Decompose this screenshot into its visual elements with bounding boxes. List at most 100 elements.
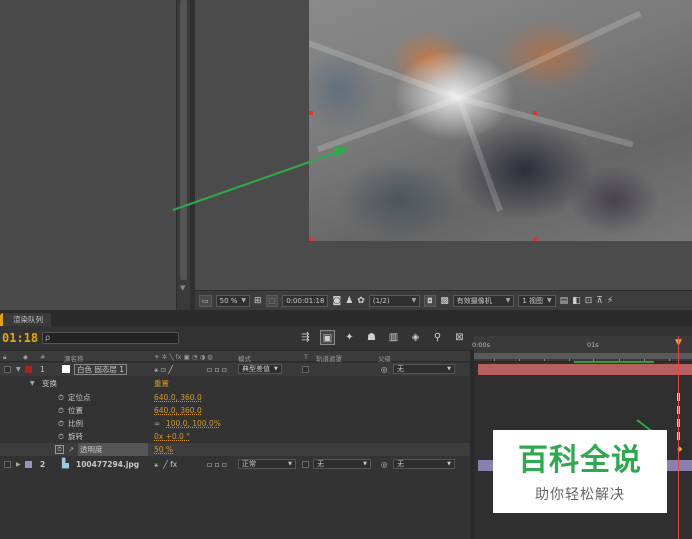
layer-name[interactable]: 白色 固态层 1 [74,364,128,375]
constrain-proportions-icon[interactable]: ∞ [154,417,160,430]
switches-column-icons: ☀ ✲ ╲ fx ▣ ◔ ◑ ◍ [154,353,213,361]
draft-3d-icon[interactable]: ✦ [342,330,357,345]
layer-flags[interactable]: ▫ ▫ ▫ [207,458,227,471]
layer-search-input[interactable]: ρ [42,332,179,344]
layer-flags[interactable]: ▫ ▫ ▫ [207,363,227,376]
property-value[interactable]: 640.0, 360.0 [154,391,202,404]
views-dropdown[interactable]: 1 视图 ▼ [518,294,556,307]
composition-viewer[interactable] [195,0,692,290]
fast-previews-icon[interactable]: ⚡ [607,296,613,306]
color-channel-icon[interactable]: ✿ [357,296,365,306]
timeline-icon[interactable]: ⊡ [585,296,593,306]
layer-handle[interactable] [309,237,313,241]
layer-1-duration-bar[interactable] [478,364,692,375]
expand-triangle-icon[interactable]: ▼ [30,377,35,390]
always-preview-icon[interactable]: ▭ [199,294,212,307]
visibility-toggle[interactable] [4,461,11,468]
visibility-toggle[interactable] [4,366,11,373]
chevron-down-icon: ▼ [411,296,417,304]
chevron-down-icon: ▼ [505,296,511,304]
stopwatch-active-icon[interactable]: ⏱ [55,445,64,454]
property-row[interactable]: ⏱ 旋转 0x +0.0 ° [0,430,470,443]
transparency-grid-icon[interactable]: ▩ [440,296,449,306]
preserve-transparency-toggle[interactable] [302,461,309,468]
column-number: # [40,353,46,361]
layer-name[interactable]: 100477294.jpg [76,458,139,471]
render-cache-bar [574,361,654,363]
layer-row[interactable]: ▼ 1 白色 固态层 1 ⚹ ▫ ╱ ▫ ▫ ▫ 典型差值 ▼ ◎ 无 ▼ [0,363,470,376]
toggle-pixel-aspect-icon[interactable]: ▤ [560,296,569,306]
scroll-down-arrow-icon[interactable]: ▼ [180,284,185,292]
blend-mode-dropdown[interactable]: 正常 ▼ [238,459,296,469]
flowchart-icon[interactable]: ⊼ [596,296,603,306]
pickwhip-icon[interactable]: ◎ [381,458,388,471]
blend-mode-dropdown[interactable]: 典型差值 ▼ [238,364,282,374]
timeline-timecode[interactable]: 01:18 [2,331,38,345]
label-color-swatch[interactable] [25,366,32,373]
time-ruler[interactable]: 0:00s 01s ▼ [472,336,692,363]
column-trkmat[interactable]: 轨道遮罩 [316,353,342,363]
show-snapshot-icon[interactable]: ♟ [345,296,353,306]
property-row-selected[interactable]: ⏱ ↗ 透明度 50 % [0,443,470,456]
stopwatch-icon[interactable]: ⏱ [58,430,64,443]
snapshot-camera-icon[interactable]: ◙ [332,296,341,306]
property-value[interactable]: 0x +0.0 ° [154,430,190,443]
property-value[interactable]: 100.0, 100.0% [166,417,221,430]
fast-preview-icon[interactable]: ◘ [424,294,437,307]
transform-reset-link[interactable]: 重置 [154,377,169,390]
tab-render-queue[interactable]: 渲染队列 [0,313,51,326]
parent-dropdown[interactable]: 无 ▼ [393,459,455,469]
resolution-dropdown[interactable]: (1/2) ▼ [368,294,421,307]
preserve-transparency-toggle[interactable] [302,366,309,373]
scrollbar-thumb[interactable] [180,0,187,280]
graph-editor-icon[interactable]: ⚲ [430,330,445,345]
frame-blending-icon[interactable]: ▥ [386,330,401,345]
property-value[interactable]: 50 % [154,443,173,456]
hide-shy-layers-icon[interactable]: ☗ [364,330,379,345]
chevron-down-icon: ▼ [547,296,552,304]
brainstorm-icon[interactable]: ⊠ [452,330,467,345]
column-source-name[interactable]: 源名称 [64,353,84,363]
chevron-down-icon: ▼ [274,366,278,372]
property-row[interactable]: ⏱ 比例 ∞ 100.0, 100.0% [0,417,470,430]
graph-icon[interactable]: ↗ [68,443,74,456]
playhead-line[interactable] [678,336,679,539]
parent-value: 无 [397,460,404,468]
layer-handle[interactable] [309,111,313,115]
layer-handle[interactable] [533,237,537,241]
stopwatch-icon[interactable]: ⏱ [58,404,64,417]
viewer-timecode: 0:00:01:18 [286,296,325,305]
motion-blur-icon[interactable]: ◈ [408,330,423,345]
property-row[interactable]: ⏱ 位置 640.0, 360.0 [0,404,470,417]
property-value[interactable]: 640.0, 360.0 [154,404,202,417]
layer-row[interactable]: ▶ 2 ▙ 100477294.jpg ⚹ ╱ fx ▫ ▫ ▫ 正常 ▼ 无 ▼ … [0,458,470,471]
expand-triangle-icon[interactable]: ▶ [16,458,21,471]
transform-group-row[interactable]: ▼ 变换 重置 [0,377,470,390]
safe-zones-icon[interactable]: ⊞ [254,296,262,306]
parent-dropdown[interactable]: 无 ▼ [393,364,455,374]
layer-switches[interactable]: ⚹ ╱ fx [154,458,177,471]
stopwatch-icon[interactable]: ⏱ [58,417,64,430]
trkmat-dropdown[interactable]: 无 ▼ [313,459,371,469]
layer-handle[interactable] [533,111,537,115]
comp-mini-flowchart-icon[interactable]: ⇶ [298,330,313,345]
column-parent[interactable]: 父级 [378,353,391,363]
stopwatch-icon[interactable]: ⏱ [58,391,64,404]
lock-column-icon[interactable]: 🔒︎ [3,353,6,362]
region-of-interest-icon[interactable]: ⬚ [265,294,279,307]
zoom-dropdown[interactable]: 50 % ▼ [215,294,251,307]
camera-dropdown[interactable]: 有效摄像机 ▼ [452,294,515,307]
work-area-bar[interactable] [474,353,692,359]
property-row[interactable]: ⏱ 定位点 640.0, 360.0 [0,391,470,404]
solid-layer-icon [62,365,70,373]
reset-exposure-icon[interactable]: ◧ [572,296,581,306]
label-column-icon[interactable]: ◆ [23,353,28,361]
live-update-icon[interactable]: ▣ [320,330,335,345]
expand-triangle-icon[interactable]: ▼ [16,363,21,376]
label-color-swatch[interactable] [25,461,32,468]
column-mode[interactable]: 模式 [238,353,251,363]
current-time-field[interactable]: 0:00:01:18 [282,294,329,307]
project-panel-scrollbar[interactable]: ▼ [176,0,190,310]
layer-switches[interactable]: ⚹ ▫ ╱ [154,363,173,376]
pickwhip-icon[interactable]: ◎ [381,363,388,376]
